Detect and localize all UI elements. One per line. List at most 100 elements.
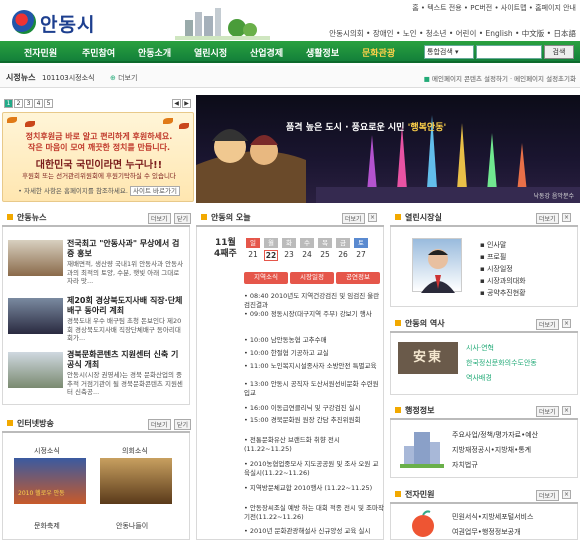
calendar-date[interactable]: 23 [282,250,296,259]
hero-title: 품격 높은 도시 · 풍요로운 시민 '행복안동' [286,120,446,133]
promo-site-button[interactable]: 사이트 바로가기 [130,186,180,196]
mayor-photo[interactable] [412,238,462,293]
site-logo-text[interactable]: 안동시 [40,10,95,37]
news-item-title[interactable]: 경북문화콘텐츠 지원센터 신축 기공식 개최 [67,350,185,370]
tab-mayor-schedule[interactable]: 시장일정 [290,272,334,284]
schedule-item[interactable]: • 09:00 정동시장(대구지역 주부) 강보기 행사 [244,310,384,319]
schedule-item[interactable]: • 10:00 남안동농협 고추수매 [244,336,384,345]
admin-panel-title: 행정정보 [405,406,435,415]
mayor-more-button[interactable]: 더보기 [536,213,559,224]
civil-panel-title: 전자민원 [405,490,435,499]
calendar-date[interactable]: 21 [246,250,260,259]
search-input[interactable] [476,45,542,59]
mayor-link[interactable]: ▪ 프로필 [480,252,506,262]
broadcast-close-button[interactable]: 닫기 [174,419,192,430]
schedule-item[interactable]: • 지역방문체교합 2010행사 (11.22~11.25) [244,484,384,493]
next-arrow-icon[interactable]: ▶ [182,99,191,108]
mayor-link[interactable]: ▪ 인사말 [480,240,506,250]
admin-link[interactable]: 주요사업/정책/평가자료•예산 [452,430,538,440]
broadcast-item-label[interactable]: 의회소식 [122,446,148,456]
nav-item-culture[interactable]: 문화관광 [362,46,395,59]
calendar-date[interactable]: 25 [318,250,332,259]
news-more-button[interactable]: 더보기 [148,213,171,224]
admin-link[interactable]: 지방재정공시•지방채•통계 [452,445,531,455]
calendar-date[interactable]: 24 [300,250,314,259]
top-utility-links[interactable]: 홈 • 텍스트 전용 • PC버전 • 사이트맵 • 홈페이지 안내 [412,3,576,13]
admin-close-button[interactable]: × [562,406,572,415]
calendar-date[interactable]: 26 [336,250,350,259]
news-thumbnail[interactable] [8,352,63,388]
mayor-link[interactable]: ▪ 시장과의대화 [480,276,526,286]
nav-item-participation[interactable]: 주민참여 [82,46,115,59]
civil-close-button[interactable]: × [562,490,572,499]
history-link[interactable]: 시사·연혁 [466,343,494,353]
news-item-title[interactable]: 제20회 경상북도지사배 직장·단체배구 동아리 계최 [67,296,185,316]
admin-more-button[interactable]: 더보기 [536,406,559,417]
history-more-button[interactable]: 더보기 [536,319,559,330]
news-thumbnail[interactable] [8,298,63,334]
mayor-link-label: 프로필 [486,253,507,261]
schedule-item[interactable]: • 11:00 노인복지시설종사자 소방안전 특별교육 [244,362,384,371]
home-settings-links[interactable]: ■ 메인페이지 콘텐츠 설정하기 · 메인페이지 설정초기화 [424,73,576,83]
schedule-item[interactable]: • 2010년 문화관광해설사 신규양성 교육 실시 [244,527,384,536]
mayor-link[interactable]: ▪ 시장일정 [480,264,513,274]
nav-item-open-admin[interactable]: 열린시정 [194,46,227,59]
today-more-button[interactable]: 더보기 [342,213,365,224]
mayor-close-button[interactable]: × [562,213,572,222]
search-button[interactable]: 검색 [544,45,574,59]
broadcast-item-label[interactable]: 안동나들이 [116,521,148,531]
pager-button[interactable]: 2 [14,99,23,108]
nav-item-life-info[interactable]: 생활정보 [306,46,339,59]
civil-link[interactable]: 여권업무•행정정보공개 [452,527,521,537]
news-ticker-more[interactable]: ⊕ 더보기 [110,73,137,83]
schedule-item[interactable]: • 13:00 안동시 공직자 도산서원선비문화 수련원 입교 [244,380,384,397]
news-thumbnail[interactable] [8,240,63,276]
calendar-date-selected[interactable]: 22 [264,250,278,261]
news-ticker-item[interactable]: 101103시정소식 [42,73,94,83]
pager-button[interactable]: 5 [44,99,53,108]
prev-arrow-icon[interactable]: ◀ [172,99,181,108]
news-item-title[interactable]: 전국최고 "안동사과" 무상에서 검증 홍보 [67,239,185,259]
schedule-item[interactable]: • 10:00 한절협 기공하고 교실 [244,349,384,358]
schedule-item[interactable]: • 전통문화유산 브랜드화 취향 전시 (11.22~11.25) [244,436,384,453]
pager-button[interactable]: 1 [4,99,13,108]
today-close-button[interactable]: × [368,213,378,222]
broadcast-item-label[interactable]: 시정소식 [34,446,60,456]
search-scope-select[interactable]: 통합검색 ▾ [424,45,474,59]
schedule-item[interactable]: • 08:40 2010년도 지역건강검진 및 임검진 울란검진결과 [244,292,384,309]
bullet-icon [7,420,13,426]
promo-line: 정치후원금 바로 알고 편리하게 후원하세요. [25,132,173,141]
pager-button[interactable]: 4 [34,99,43,108]
pager-button[interactable]: 3 [24,99,33,108]
nav-item-introduction[interactable]: 안동소개 [138,46,171,59]
promo-banner[interactable]: 정치후원금 바로 알고 편리하게 후원하세요. 작은 마음이 모여 깨끗한 정치… [2,112,194,202]
broadcast-item-label[interactable]: 문화축제 [34,521,60,531]
history-close-button[interactable]: × [562,319,572,328]
schedule-item[interactable]: • 안동장씨조실 예방 하는 대회 적종 전시 및 조마작기전(11.22~11… [244,504,384,521]
schedule-item[interactable]: • 15:00 경북문화원 원장 간담 추진위원회 [244,416,384,425]
history-link[interactable]: 한국정신문화의수도안동 [466,358,537,368]
nav-item-industry[interactable]: 산업경제 [250,46,283,59]
hero-title-text: 품격 높은 도시 · 풍요로운 시민 [286,123,408,133]
nav-item-civil[interactable]: 전자민원 [24,46,57,59]
city-logo-icon[interactable] [12,10,36,34]
schedule-item[interactable]: • 16:00 이동급연클리닉 및 구강검진 실시 [244,404,384,413]
civil-more-button[interactable]: 더보기 [536,490,559,501]
hero-banner[interactable]: 품격 높은 도시 · 풍요로운 시민 '행복안동' 낙동강 음악분수 [196,95,580,203]
admin-link[interactable]: 자치법규 [452,460,478,470]
news-close-button[interactable]: 닫기 [174,213,192,224]
calendar-date[interactable]: 27 [354,250,368,259]
tab-local-news[interactable]: 지역소식 [244,272,288,284]
promo-headline: 대한민국 국민이라면 누구나!! [35,160,163,171]
tab-performance[interactable]: 공연정보 [336,272,380,284]
civil-link[interactable]: 민원서식•지방세포털서비스 [452,512,533,522]
broadcast-thumbnail[interactable] [100,458,172,504]
schedule-item[interactable]: • 2010농협업중모사 지도공공원 및 조사 오원 교육실시(11.22~11… [244,460,384,477]
broadcast-more-button[interactable]: 더보기 [148,419,171,430]
language-links[interactable]: 안동시의회 • 장애인 • 노인 • 청소년 • 어린이 • English •… [329,28,576,39]
broadcast-thumbnail[interactable]: 2010 헬로우 안동 [14,458,86,504]
history-stamp-image[interactable]: 安東 [398,342,458,374]
history-link[interactable]: 역사배경 [466,373,492,383]
weekday-header: 토 [354,238,368,248]
mayor-link[interactable]: ▪ 공약추진현황 [480,288,526,298]
